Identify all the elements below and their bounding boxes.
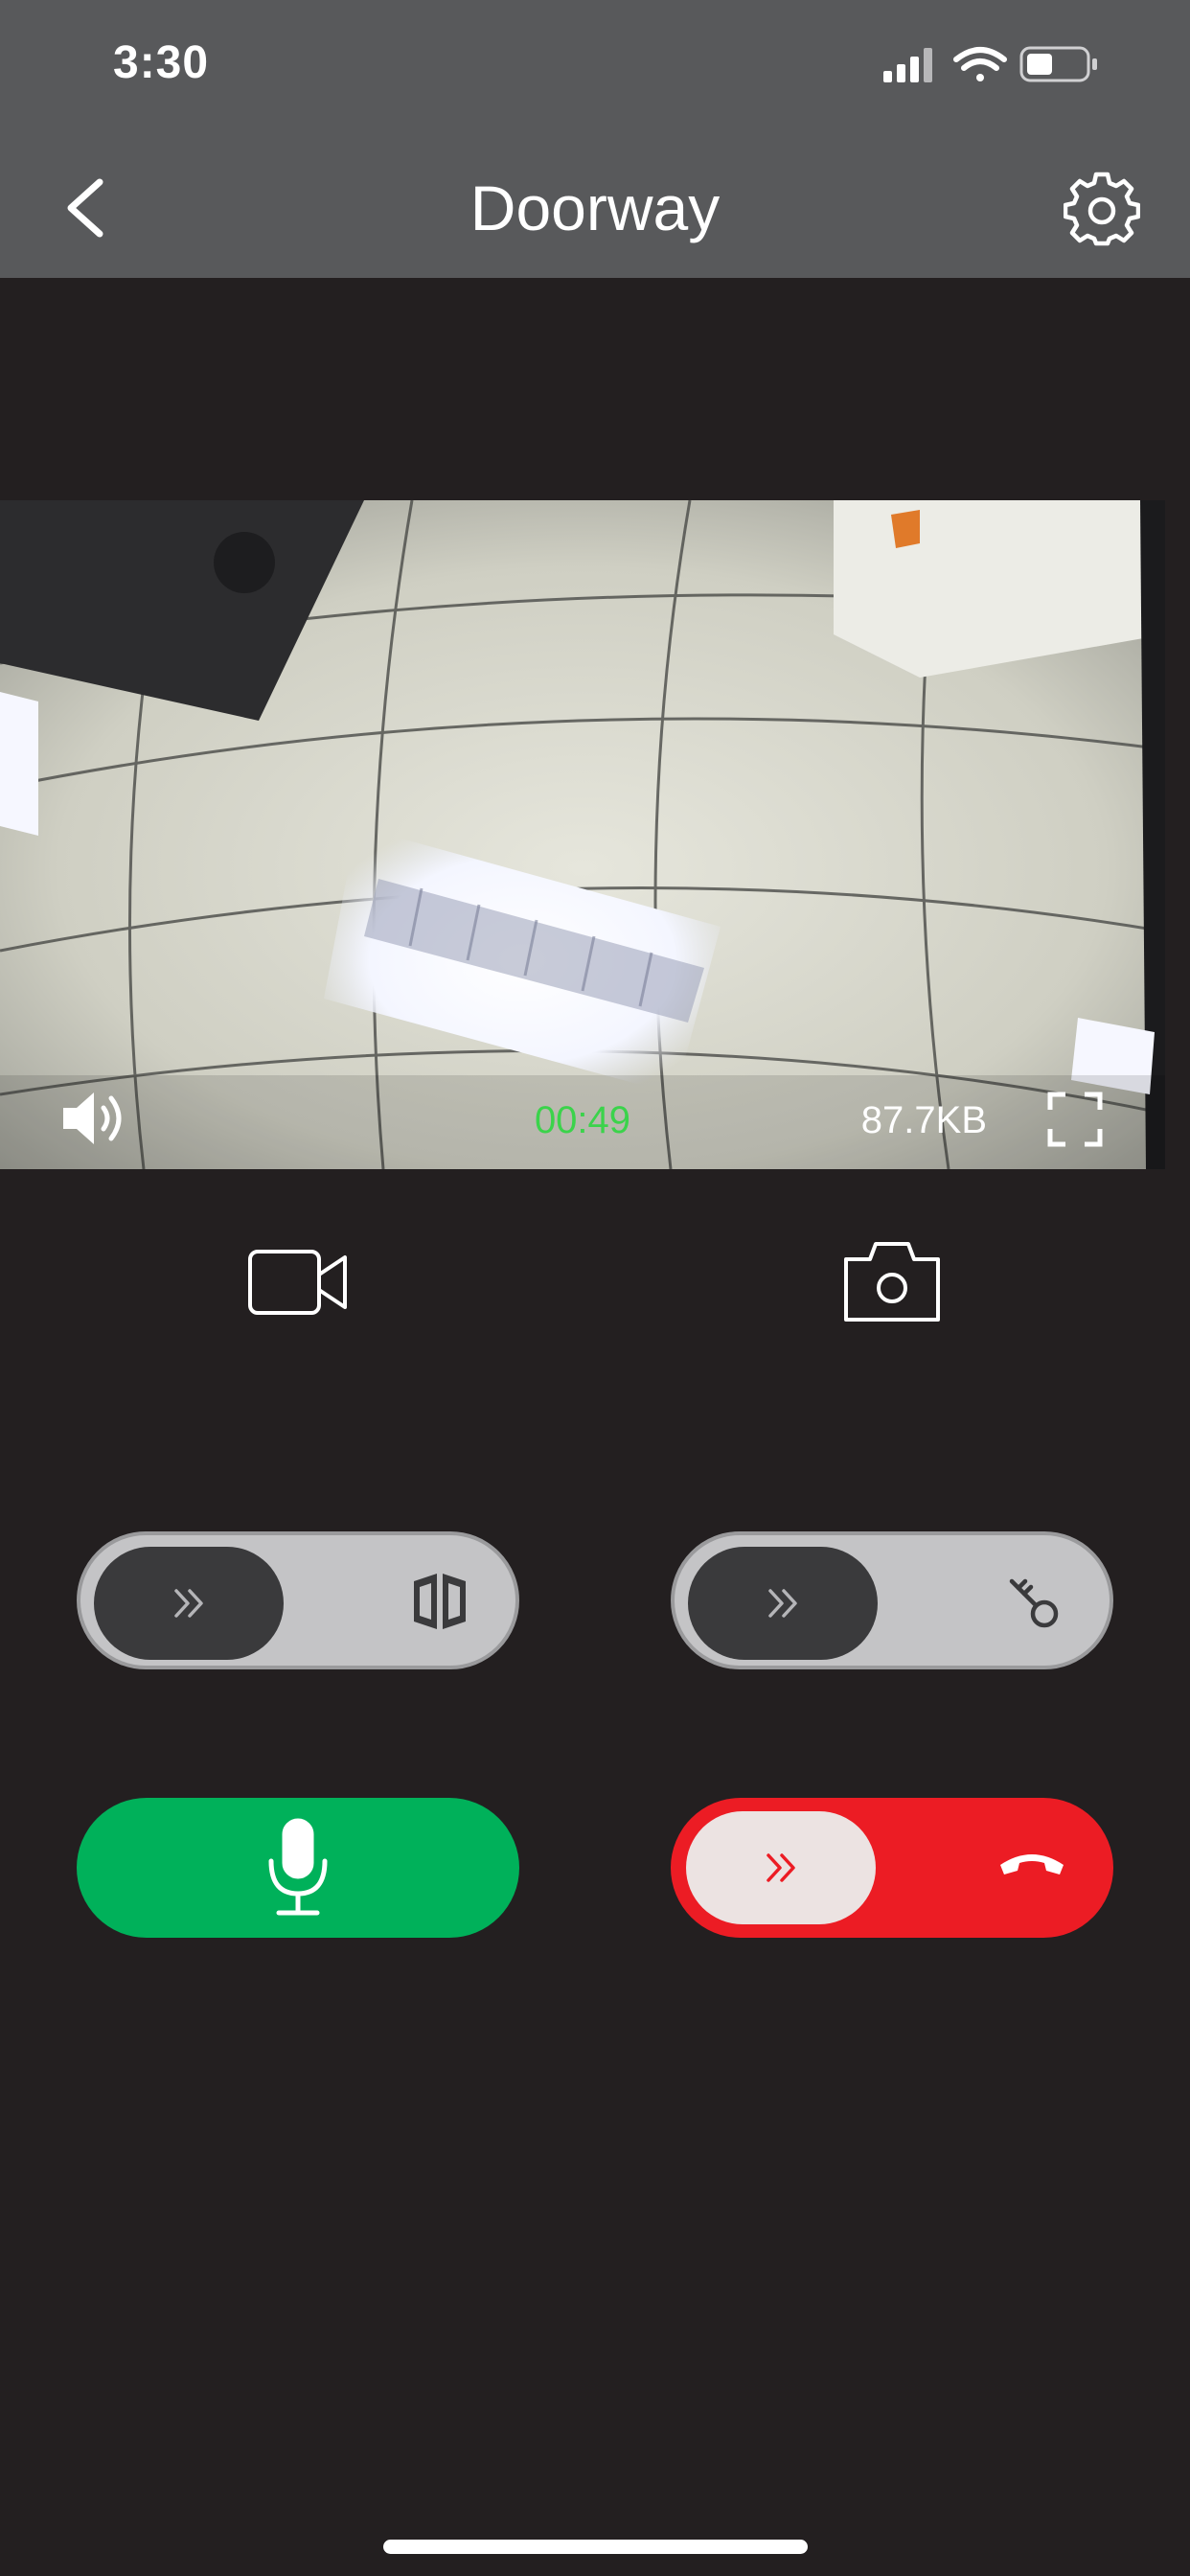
page-title: Doorway	[469, 172, 721, 243]
status-time: 3:30	[113, 37, 210, 88]
double-chevron-right-icon	[174, 1589, 203, 1618]
wifi-icon	[953, 47, 1007, 81]
microphone-icon	[268, 1818, 328, 1916]
camera-icon	[844, 1242, 940, 1322]
record-video-button[interactable]	[247, 1246, 349, 1319]
fullscreen-icon	[1047, 1092, 1103, 1147]
key-icon	[1009, 1578, 1059, 1628]
slider-knob[interactable]	[688, 1547, 878, 1660]
call-timer: 00:49	[534, 1099, 631, 1141]
double-chevron-right-icon	[768, 1589, 797, 1618]
hang-up-phone-icon	[1000, 1854, 1064, 1874]
video-overlay: 00:49 87.7KB	[0, 1064, 1165, 1169]
intercom-screen: 3:30 Doorway 00:49 87.7KB	[0, 0, 1190, 2576]
video-camera-icon	[248, 1250, 347, 1315]
fullscreen-button[interactable]	[1046, 1091, 1104, 1148]
snapshot-button[interactable]	[843, 1238, 941, 1322]
slider-knob[interactable]	[686, 1811, 876, 1924]
double-chevron-right-icon	[767, 1853, 795, 1882]
unlock-slider[interactable]	[671, 1531, 1113, 1669]
home-indicator[interactable]	[383, 2540, 808, 2554]
hang-up-slider[interactable]	[671, 1798, 1113, 1938]
data-size-label: 87.7KB	[860, 1099, 987, 1141]
battery-icon	[1019, 46, 1097, 82]
cellular-signal-icon	[883, 48, 932, 82]
gate-icon	[414, 1574, 466, 1629]
status-icons	[883, 46, 1097, 82]
talk-button[interactable]	[77, 1798, 519, 1938]
open-gate-slider[interactable]	[77, 1531, 519, 1669]
slider-knob[interactable]	[94, 1547, 284, 1660]
settings-button[interactable]	[1064, 171, 1140, 247]
top-bar: 3:30 Doorway	[0, 0, 1190, 278]
gear-icon	[1064, 172, 1140, 246]
live-video-feed[interactable]: 00:49 87.7KB	[0, 500, 1165, 1169]
